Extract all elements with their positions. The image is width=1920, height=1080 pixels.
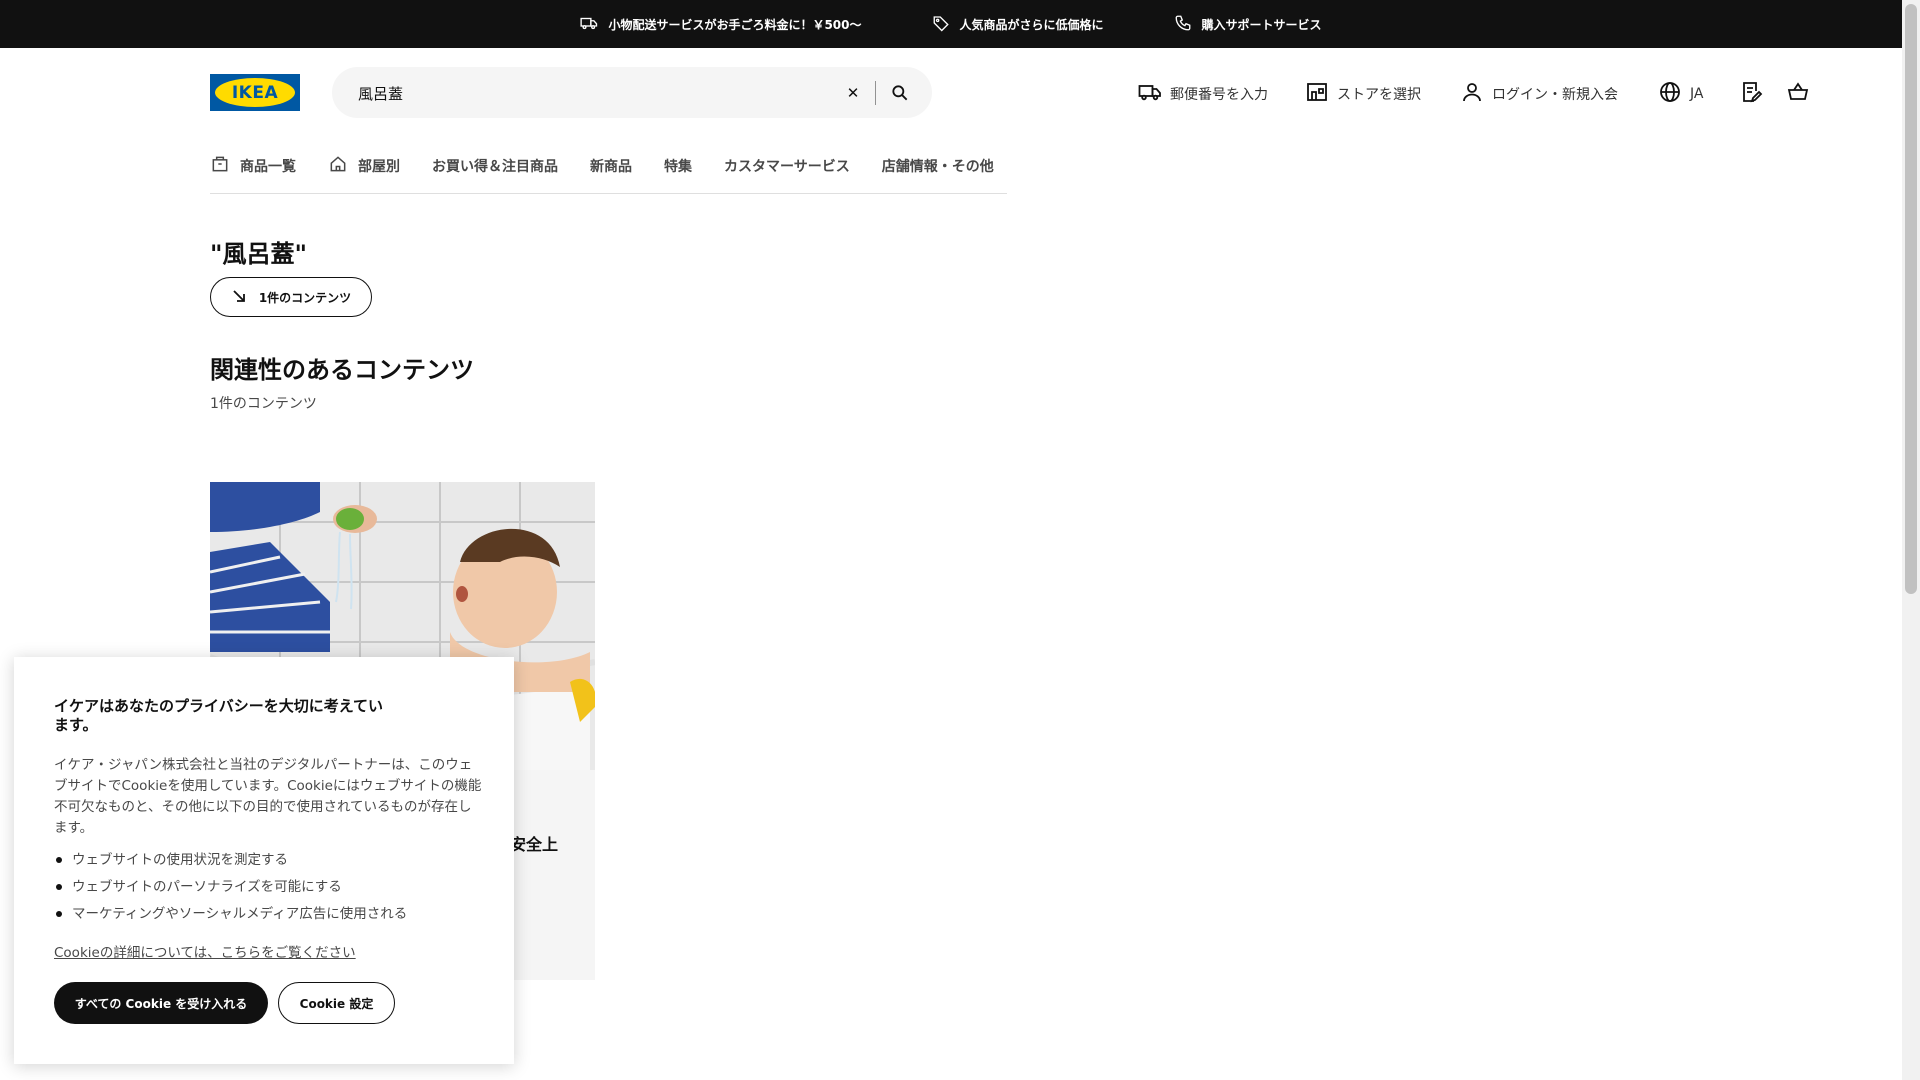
nav-item-rooms[interactable]: 部屋別	[328, 150, 400, 182]
section-count: 1件のコンテンツ	[210, 396, 317, 412]
content-count-button[interactable]: 1件のコンテンツ	[210, 277, 372, 317]
cookie-purpose-list: ウェブサイトの使用状況を測定する ウェブサイトのパーソナライズを可能にする マー…	[54, 850, 494, 931]
globe-icon	[1658, 80, 1682, 108]
search-icon[interactable]	[884, 77, 916, 109]
clear-search-icon[interactable]: ✕	[840, 80, 866, 106]
price-tag-icon	[932, 14, 950, 35]
section-title: 関連性のあるコンテンツ	[210, 356, 474, 384]
cookie-consent-dialog: イケアはあなたのプライバシーを大切に考えています。 イケア・ジャパン株式会社と当…	[14, 657, 514, 1064]
nav-label: カスタマーサービス	[724, 159, 850, 175]
search-input[interactable]	[358, 80, 838, 106]
shopping-bag-icon[interactable]	[1786, 80, 1810, 104]
ikea-logo[interactable]: IKEA	[210, 74, 300, 111]
nav-item-new[interactable]: 新商品	[590, 150, 632, 182]
store-label: ストアを選択	[1337, 87, 1421, 103]
logo-text: IKEA	[231, 82, 279, 103]
login-label: ログイン・新規入会	[1492, 87, 1618, 103]
search-divider	[875, 81, 876, 105]
content-card-title: 安全上	[510, 835, 559, 854]
language-label: JA	[1690, 86, 1704, 102]
postcode-label: 郵便番号を入力	[1170, 87, 1268, 103]
nav-item-deals[interactable]: お買い得＆注目商品	[432, 150, 558, 182]
cookie-body: イケア・ジャパン株式会社と当社のデジタルパートナーは、このウェブサイトでCook…	[54, 757, 482, 836]
announcement-text: 小物配送サービスがお手ごろ料金に！￥500〜	[608, 17, 862, 32]
nav-label: 特集	[664, 159, 692, 175]
announcement-delivery[interactable]: 小物配送サービスがお手ごろ料金に！￥500〜	[580, 14, 862, 35]
nav-label: 店舗情報・その他	[881, 159, 994, 175]
accept-all-cookies-button[interactable]: すべての Cookie を受け入れる	[54, 982, 268, 1024]
product-box-icon	[210, 154, 230, 178]
page-scrollbar[interactable]	[1902, 0, 1920, 1080]
nav-item-features[interactable]: 特集	[664, 150, 692, 182]
nav-item-customer-service[interactable]: カスタマーサービス	[724, 150, 850, 182]
nav-label: 商品一覧	[240, 159, 296, 175]
cookie-title: イケアはあなたのプライバシーを大切に考えています。	[54, 697, 383, 734]
main-nav: 商品一覧 部屋別 お買い得＆注目商品 新商品 特集 カスタマーサービス 店舗情報…	[210, 150, 1007, 194]
user-icon	[1460, 80, 1484, 108]
phone-icon	[1174, 14, 1192, 35]
cookie-settings-button[interactable]: Cookie 設定	[278, 982, 395, 1024]
store-icon	[1305, 80, 1329, 108]
shopping-list-icon[interactable]	[1739, 80, 1763, 104]
scrollbar-thumb[interactable]	[1905, 4, 1917, 594]
search-bar: ✕	[332, 67, 932, 118]
house-icon	[328, 154, 348, 178]
language-button[interactable]: JA	[1658, 80, 1703, 108]
content-count-label: 1件のコンテンツ	[258, 290, 352, 305]
login-button[interactable]: ログイン・新規入会	[1460, 80, 1618, 108]
announcement-support[interactable]: 購入サポートサービス	[1174, 14, 1322, 35]
nav-item-products[interactable]: 商品一覧	[210, 150, 296, 182]
list-item: ウェブサイトのパーソナライズを可能にする	[54, 877, 494, 904]
nav-item-store-info[interactable]: 店舗情報・その他	[882, 150, 994, 182]
announcement-bar: 小物配送サービスがお手ごろ料金に！￥500〜 人気商品がさらに低価格に 購入サポ…	[0, 0, 1902, 48]
nav-label: 新商品	[590, 159, 632, 175]
postcode-button[interactable]: 郵便番号を入力	[1138, 80, 1268, 108]
announcement-text: 人気商品がさらに低価格に	[959, 17, 1104, 32]
cookie-details-link[interactable]: Cookieの詳細については、こちらをご覧ください	[54, 941, 356, 961]
search-query-title: "風呂蓋"	[210, 240, 308, 268]
store-select-button[interactable]: ストアを選択	[1305, 80, 1421, 108]
nav-label: お買い得＆注目商品	[432, 159, 558, 175]
list-item: マーケティングやソーシャルメディア広告に使用される	[54, 904, 494, 931]
arrow-down-right-icon	[231, 288, 247, 307]
nav-label: 部屋別	[358, 159, 400, 175]
truck-icon	[580, 14, 598, 35]
truck-icon	[1138, 80, 1162, 108]
announcement-lower-price[interactable]: 人気商品がさらに低価格に	[932, 14, 1104, 35]
list-item: ウェブサイトの使用状況を測定する	[54, 850, 494, 877]
announcement-text: 購入サポートサービス	[1201, 17, 1322, 32]
